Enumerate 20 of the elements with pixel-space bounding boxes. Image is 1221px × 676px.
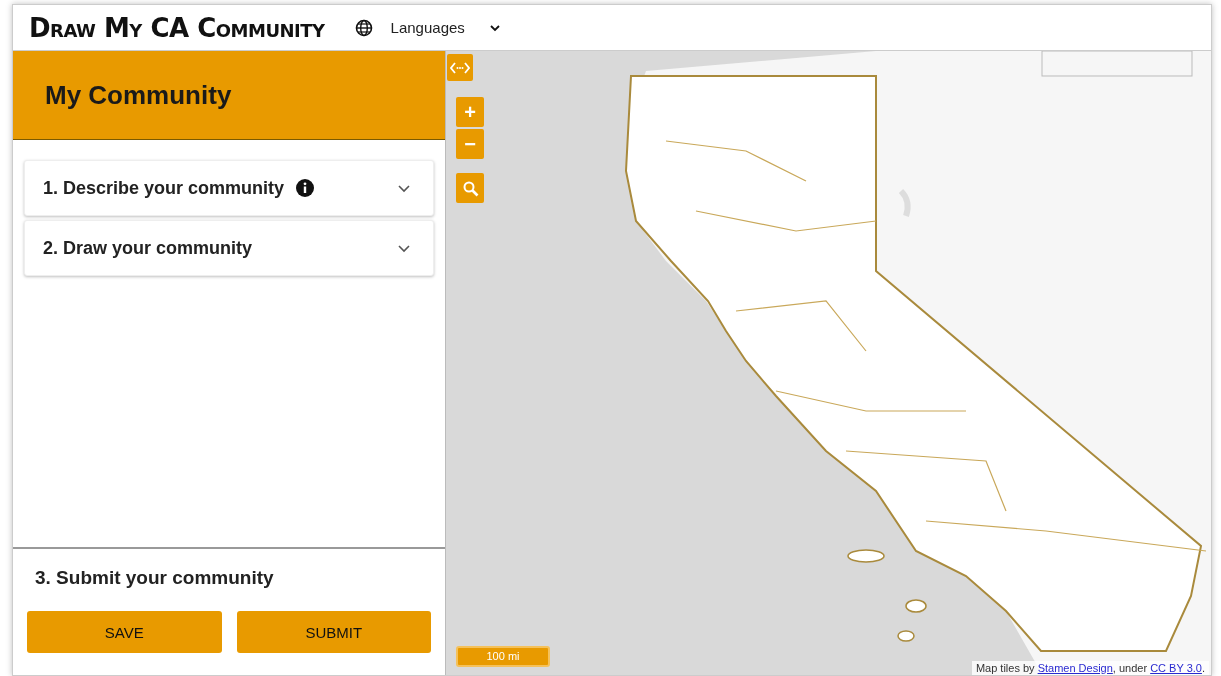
chevron-down-icon xyxy=(397,242,411,254)
language-menu[interactable]: Languages xyxy=(354,18,501,37)
search-icon xyxy=(461,179,479,197)
save-button[interactable]: SAVE xyxy=(27,611,222,653)
attribution-text: Map tiles by Stamen Design, under CC BY 3.0. xyxy=(971,661,1209,675)
submit-button[interactable]: SUBMIT xyxy=(236,611,431,653)
accordion-header[interactable]: 2. Draw your community xyxy=(24,220,434,276)
chevron-down-icon xyxy=(488,22,501,33)
attribution-link[interactable]: CC BY 3.0 xyxy=(1150,662,1202,674)
accordion-header[interactable]: 1. Describe your community xyxy=(24,160,434,216)
panel-title: My Community xyxy=(45,79,232,111)
section-title: 3. Submit your community xyxy=(35,567,275,589)
attribution-link[interactable]: Stamen Design xyxy=(1037,662,1113,674)
globe-icon xyxy=(354,18,373,37)
scale-bar: 100 mi xyxy=(456,646,550,667)
panel-toggle-button[interactable] xyxy=(447,54,473,81)
info-icon[interactable] xyxy=(296,179,315,197)
app-title: Draw My CA Community xyxy=(29,12,325,43)
chevron-down-icon xyxy=(397,182,411,194)
search-button[interactable] xyxy=(456,173,484,203)
